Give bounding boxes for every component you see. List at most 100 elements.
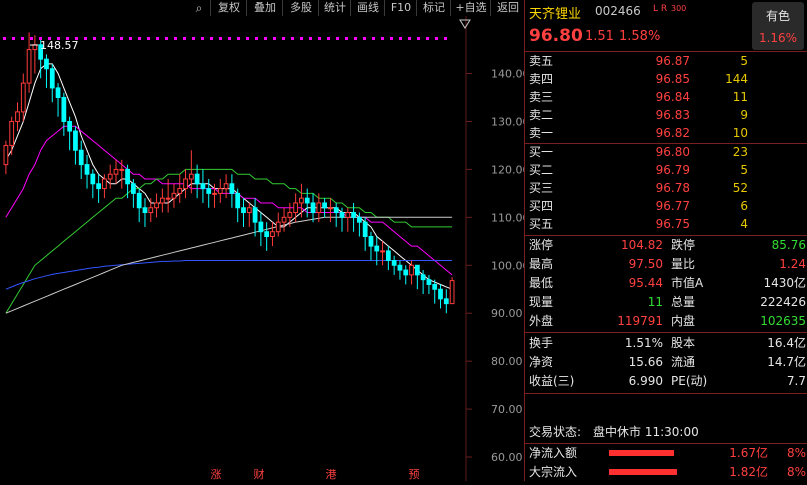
candle[interactable] (328, 198, 333, 223)
candle[interactable] (426, 274, 432, 295)
y-tick-label: 60.00 (491, 451, 523, 464)
candle[interactable] (310, 193, 316, 223)
candle[interactable] (9, 116, 15, 156)
mktcap-label: 市值A (671, 276, 704, 290)
candle[interactable] (3, 140, 9, 175)
stock-name[interactable]: 天齐锂业 (529, 3, 581, 22)
candle[interactable] (55, 83, 61, 117)
candle[interactable] (432, 279, 438, 304)
bid-row[interactable]: 买二 96.79 5 (525, 161, 807, 180)
candle[interactable] (142, 198, 148, 227)
candle[interactable] (183, 169, 188, 199)
candle[interactable] (385, 246, 391, 271)
candle[interactable] (200, 169, 206, 203)
candle[interactable] (44, 54, 49, 88)
candle[interactable] (26, 32, 32, 93)
candle[interactable] (78, 140, 84, 179)
candle[interactable] (96, 174, 101, 203)
candle[interactable] (252, 198, 258, 237)
candle[interactable] (229, 174, 235, 208)
candle[interactable] (351, 202, 356, 232)
candle[interactable] (90, 169, 96, 199)
candle[interactable] (246, 202, 252, 227)
candle[interactable] (20, 73, 26, 122)
candle[interactable] (345, 207, 351, 232)
button-draw-line[interactable]: 画线 (350, 0, 385, 16)
candle[interactable] (32, 35, 38, 74)
candle[interactable] (67, 116, 73, 151)
candle[interactable] (49, 63, 55, 103)
bid-row[interactable]: 买五 96.75 4 (525, 215, 807, 234)
search-icon[interactable]: ⌕ (192, 1, 206, 15)
candle[interactable] (125, 164, 130, 199)
ask-row[interactable]: 卖三 96.84 11 (525, 88, 807, 107)
candle[interactable] (270, 222, 275, 247)
candle[interactable] (235, 188, 241, 223)
candle[interactable] (131, 178, 136, 208)
chart-toolbar: ⌕ 复权 叠加 多股 统计 画线 F10 标记 +自选 返回 (0, 0, 524, 16)
candle-body (293, 202, 299, 214)
candle[interactable] (299, 183, 304, 218)
button-mark[interactable]: 标记 (416, 0, 451, 16)
candle[interactable] (275, 212, 281, 237)
sector-badge[interactable]: 有色 1.16% (752, 2, 804, 50)
button-add-watchlist[interactable]: +自选 (450, 0, 491, 16)
event-marker[interactable]: 预 (409, 468, 420, 481)
event-marker[interactable]: 财 (254, 467, 265, 481)
candle[interactable] (73, 126, 78, 165)
bid-row[interactable]: 买一 96.80 23 (525, 143, 807, 162)
candle[interactable] (136, 188, 142, 223)
button-overlay[interactable]: 叠加 (246, 0, 283, 16)
button-statistics[interactable]: 统计 (318, 0, 351, 16)
candle[interactable] (443, 289, 449, 314)
candle[interactable] (333, 202, 339, 227)
button-back[interactable]: 返回 (490, 0, 525, 16)
ma250-line (5, 216, 453, 314)
candle[interactable] (397, 260, 403, 280)
candle[interactable] (15, 102, 20, 132)
bid-row[interactable]: 买四 96.77 6 (525, 197, 807, 216)
candle[interactable] (171, 183, 177, 208)
candle[interactable] (322, 198, 327, 218)
candle[interactable] (177, 174, 183, 203)
candle-body (200, 183, 206, 190)
candle[interactable] (61, 92, 67, 136)
candle[interactable] (438, 284, 443, 309)
candle[interactable] (414, 264, 420, 290)
kline-chart[interactable]: 140.00 130.00 120.00 110.00 100.00 90.00 80.00… (0, 16, 530, 481)
candle-body (212, 192, 217, 195)
candle[interactable] (391, 255, 397, 275)
candle[interactable] (217, 178, 223, 203)
button-multi-stock[interactable]: 多股 (282, 0, 319, 16)
ask-row[interactable]: 卖五 96.87 5 (525, 52, 807, 71)
candle[interactable] (148, 198, 154, 223)
candle[interactable] (154, 193, 159, 218)
flow-row[interactable]: 净流入额 1.67亿 8% (525, 444, 807, 463)
candle[interactable] (380, 241, 385, 266)
candle[interactable] (264, 222, 270, 251)
candle[interactable] (223, 174, 229, 199)
candle[interactable] (258, 212, 264, 247)
candle[interactable] (403, 265, 409, 285)
candle[interactable] (304, 188, 310, 218)
candle[interactable] (113, 159, 119, 184)
event-marker[interactable]: 涨 (211, 468, 222, 481)
candle[interactable] (107, 164, 113, 189)
candle[interactable] (449, 277, 455, 305)
candle[interactable] (159, 188, 165, 213)
candle[interactable] (362, 217, 368, 251)
settings-icon[interactable] (459, 19, 471, 29)
bid-row[interactable]: 买三 96.78 52 (525, 179, 807, 198)
candle[interactable] (84, 155, 90, 189)
ask-row[interactable]: 卖四 96.85 144 (525, 70, 807, 89)
button-f10[interactable]: F10 (384, 0, 417, 16)
button-fuquan[interactable]: 复权 (210, 0, 247, 16)
flow-row[interactable]: 大宗流入 1.82亿 8% (525, 463, 807, 482)
ask-row[interactable]: 卖一 96.82 10 (525, 124, 807, 143)
candle[interactable] (368, 231, 374, 261)
event-marker[interactable]: 港 (326, 468, 337, 481)
candle-body (449, 280, 455, 305)
ask-row[interactable]: 卖二 96.83 9 (525, 106, 807, 125)
candle[interactable] (241, 198, 246, 227)
candle[interactable] (281, 207, 287, 232)
